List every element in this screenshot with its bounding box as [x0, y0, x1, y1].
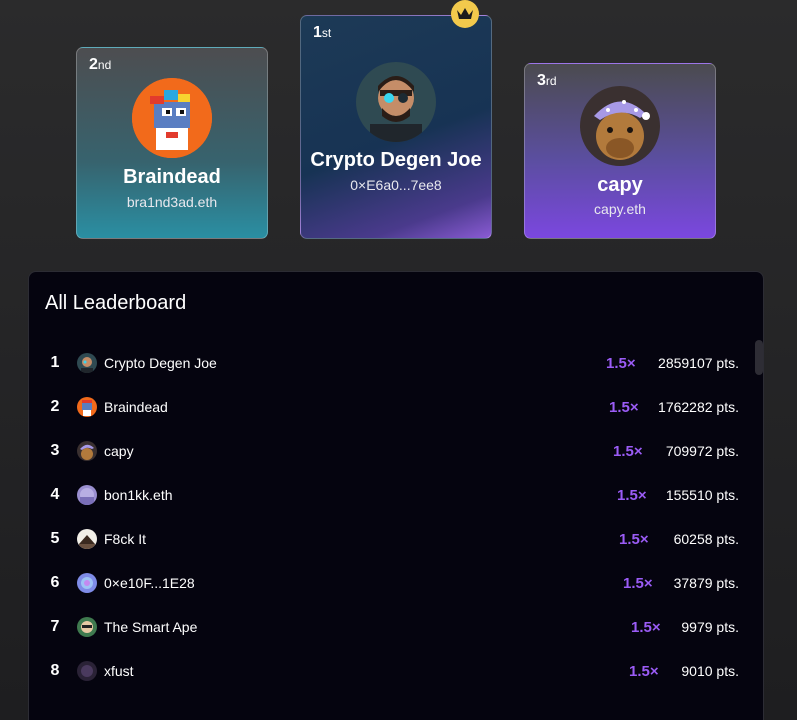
row-multiplier: 1.5×	[619, 530, 649, 548]
leaderboard-row[interactable]: 1 Crypto Degen Joe 1.5× 2859107 pts.	[29, 341, 763, 385]
leaderboard-row[interactable]: 3 capy 1.5× 709972 pts.	[29, 429, 763, 473]
row-rank: 8	[50, 662, 60, 679]
leaderboard-row[interactable]: 8 xfust 1.5× 9010 pts.	[29, 649, 763, 693]
leaderboard-row[interactable]: 2 Braindead 1.5× 1762282 pts.	[29, 385, 763, 429]
row-avatar	[77, 529, 97, 549]
podium-handle-first: 0×E6a0...7ee8	[350, 177, 442, 193]
row-username: xfust	[104, 663, 134, 679]
row-username: F8ck It	[104, 531, 147, 547]
avatar-braindead	[132, 78, 212, 158]
row-rank: 2	[50, 398, 60, 415]
podium-rank-third: 3rd	[537, 72, 557, 89]
row-points: 1762282 pts.	[658, 399, 739, 415]
podium-handle-third: capy.eth	[594, 201, 646, 217]
row-avatar	[77, 661, 97, 681]
leaderboard-row[interactable]: 6 0×e10F...1E28 1.5× 37879 pts.	[29, 561, 763, 605]
crown-icon	[451, 0, 479, 28]
podium-name-third: capy	[597, 174, 643, 196]
leaderboard-list: 1 Crypto Degen Joe 1.5× 2859107 pts. 2 B…	[29, 341, 763, 693]
row-username: The Smart Ape	[104, 619, 198, 635]
row-rank: 7	[50, 618, 60, 635]
row-multiplier: 1.5×	[623, 574, 653, 592]
row-points: 155510 pts.	[665, 487, 739, 503]
podium-name-second: Braindead	[123, 166, 221, 188]
leaderboard-panel: All Leaderboard 1 Crypto Degen Joe 1.5× …	[28, 271, 764, 720]
row-username: bon1kk.eth	[104, 487, 173, 503]
row-points: 9010 pts.	[681, 663, 739, 679]
podium-card-third[interactable]: 3rd capy capy.eth	[524, 63, 716, 239]
row-avatar	[77, 573, 97, 593]
podium-rank-second: 2nd	[89, 56, 112, 73]
row-avatar	[77, 441, 97, 461]
row-multiplier: 1.5×	[609, 398, 639, 416]
row-multiplier: 1.5×	[631, 618, 661, 636]
row-rank: 3	[50, 442, 60, 459]
row-rank: 6	[50, 574, 60, 591]
row-multiplier: 1.5×	[617, 486, 647, 504]
row-multiplier: 1.5×	[629, 662, 659, 680]
leaderboard-row[interactable]: 5 F8ck It 1.5× 60258 pts.	[29, 517, 763, 561]
podium-card-second[interactable]: 2nd Braindead bra1nd3ad.eth	[76, 47, 268, 239]
leaderboard-row[interactable]: 7 The Smart Ape 1.5× 9979 pts.	[29, 605, 763, 649]
row-points: 37879 pts.	[673, 575, 739, 591]
row-username: capy	[104, 443, 134, 459]
row-rank: 1	[50, 354, 60, 371]
row-points: 9979 pts.	[681, 619, 739, 635]
podium-handle-second: bra1nd3ad.eth	[126, 194, 218, 210]
row-username: Braindead	[104, 399, 168, 415]
leaderboard-title: All Leaderboard	[45, 292, 187, 314]
leaderboard-row[interactable]: 4 bon1kk.eth 1.5× 155510 pts.	[29, 473, 763, 517]
podium-rank-first: 1st	[313, 24, 332, 41]
row-rank: 5	[50, 530, 60, 547]
row-username: 0×e10F...1E28	[104, 575, 195, 591]
podium-name-first: Crypto Degen Joe	[310, 149, 482, 171]
row-points: 60258 pts.	[673, 531, 739, 547]
row-points: 709972 pts.	[665, 443, 739, 459]
row-rank: 4	[50, 486, 60, 503]
avatar-capy	[580, 86, 660, 166]
row-username: Crypto Degen Joe	[104, 355, 217, 371]
row-multiplier: 1.5×	[613, 442, 643, 460]
podium-card-first[interactable]: 1st Crypto Degen Joe 0×E6a0...7ee8	[300, 15, 492, 239]
row-points: 2859107 pts.	[658, 355, 739, 371]
row-avatar	[77, 353, 97, 373]
avatar-crypto-degen-joe	[356, 62, 436, 142]
row-avatar	[77, 617, 97, 637]
row-multiplier: 1.5×	[606, 354, 636, 372]
row-avatar	[77, 485, 97, 505]
row-avatar	[77, 397, 97, 417]
